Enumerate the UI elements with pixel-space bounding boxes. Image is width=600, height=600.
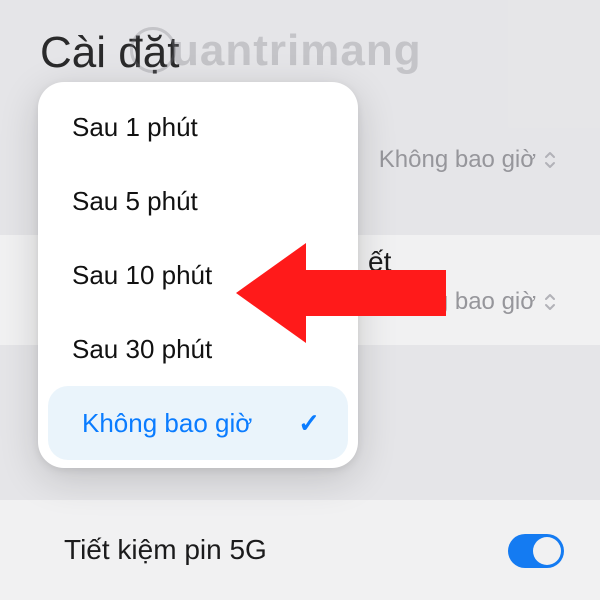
dropdown-option-30min[interactable]: Sau 30 phút — [38, 312, 358, 386]
check-icon: ✓ — [298, 408, 320, 439]
row-label-partial: ết — [368, 246, 391, 278]
row-label-5g: Tiết kiệm pin 5G — [64, 534, 267, 566]
dropdown-option-label: Không bao giờ — [82, 408, 252, 439]
settings-screen: Cài đặt Không bao giờ ết Không bao giờ T… — [0, 0, 600, 600]
dropdown-option-1min[interactable]: Sau 1 phút — [38, 90, 358, 164]
bulb-icon — [130, 27, 176, 73]
dropdown-option-label: Sau 1 phút — [72, 112, 198, 143]
updown-icon — [544, 292, 556, 313]
timeout-dropdown: Sau 1 phút Sau 5 phút Sau 10 phút Sau 30… — [38, 82, 358, 468]
dropdown-option-label: Sau 5 phút — [72, 186, 198, 217]
dropdown-option-never[interactable]: Không bao giờ ✓ — [48, 386, 348, 460]
row-value[interactable]: Không bao giờ — [379, 288, 556, 316]
dropdown-option-label: Sau 10 phút — [72, 260, 212, 291]
row-value-text: Không bao giờ — [379, 146, 536, 174]
dropdown-option-10min[interactable]: Sau 10 phút — [38, 238, 358, 312]
watermark: uantrimang — [130, 26, 422, 76]
row-value[interactable]: Không bao giờ — [379, 146, 556, 174]
watermark-text: uantrimang — [172, 26, 422, 75]
dropdown-option-label: Sau 30 phút — [72, 334, 212, 365]
updown-icon — [544, 150, 556, 171]
toggle-5g-battery-saver[interactable] — [508, 534, 564, 568]
row-value-text: Không bao giờ — [379, 288, 536, 316]
dropdown-option-5min[interactable]: Sau 5 phút — [38, 164, 358, 238]
